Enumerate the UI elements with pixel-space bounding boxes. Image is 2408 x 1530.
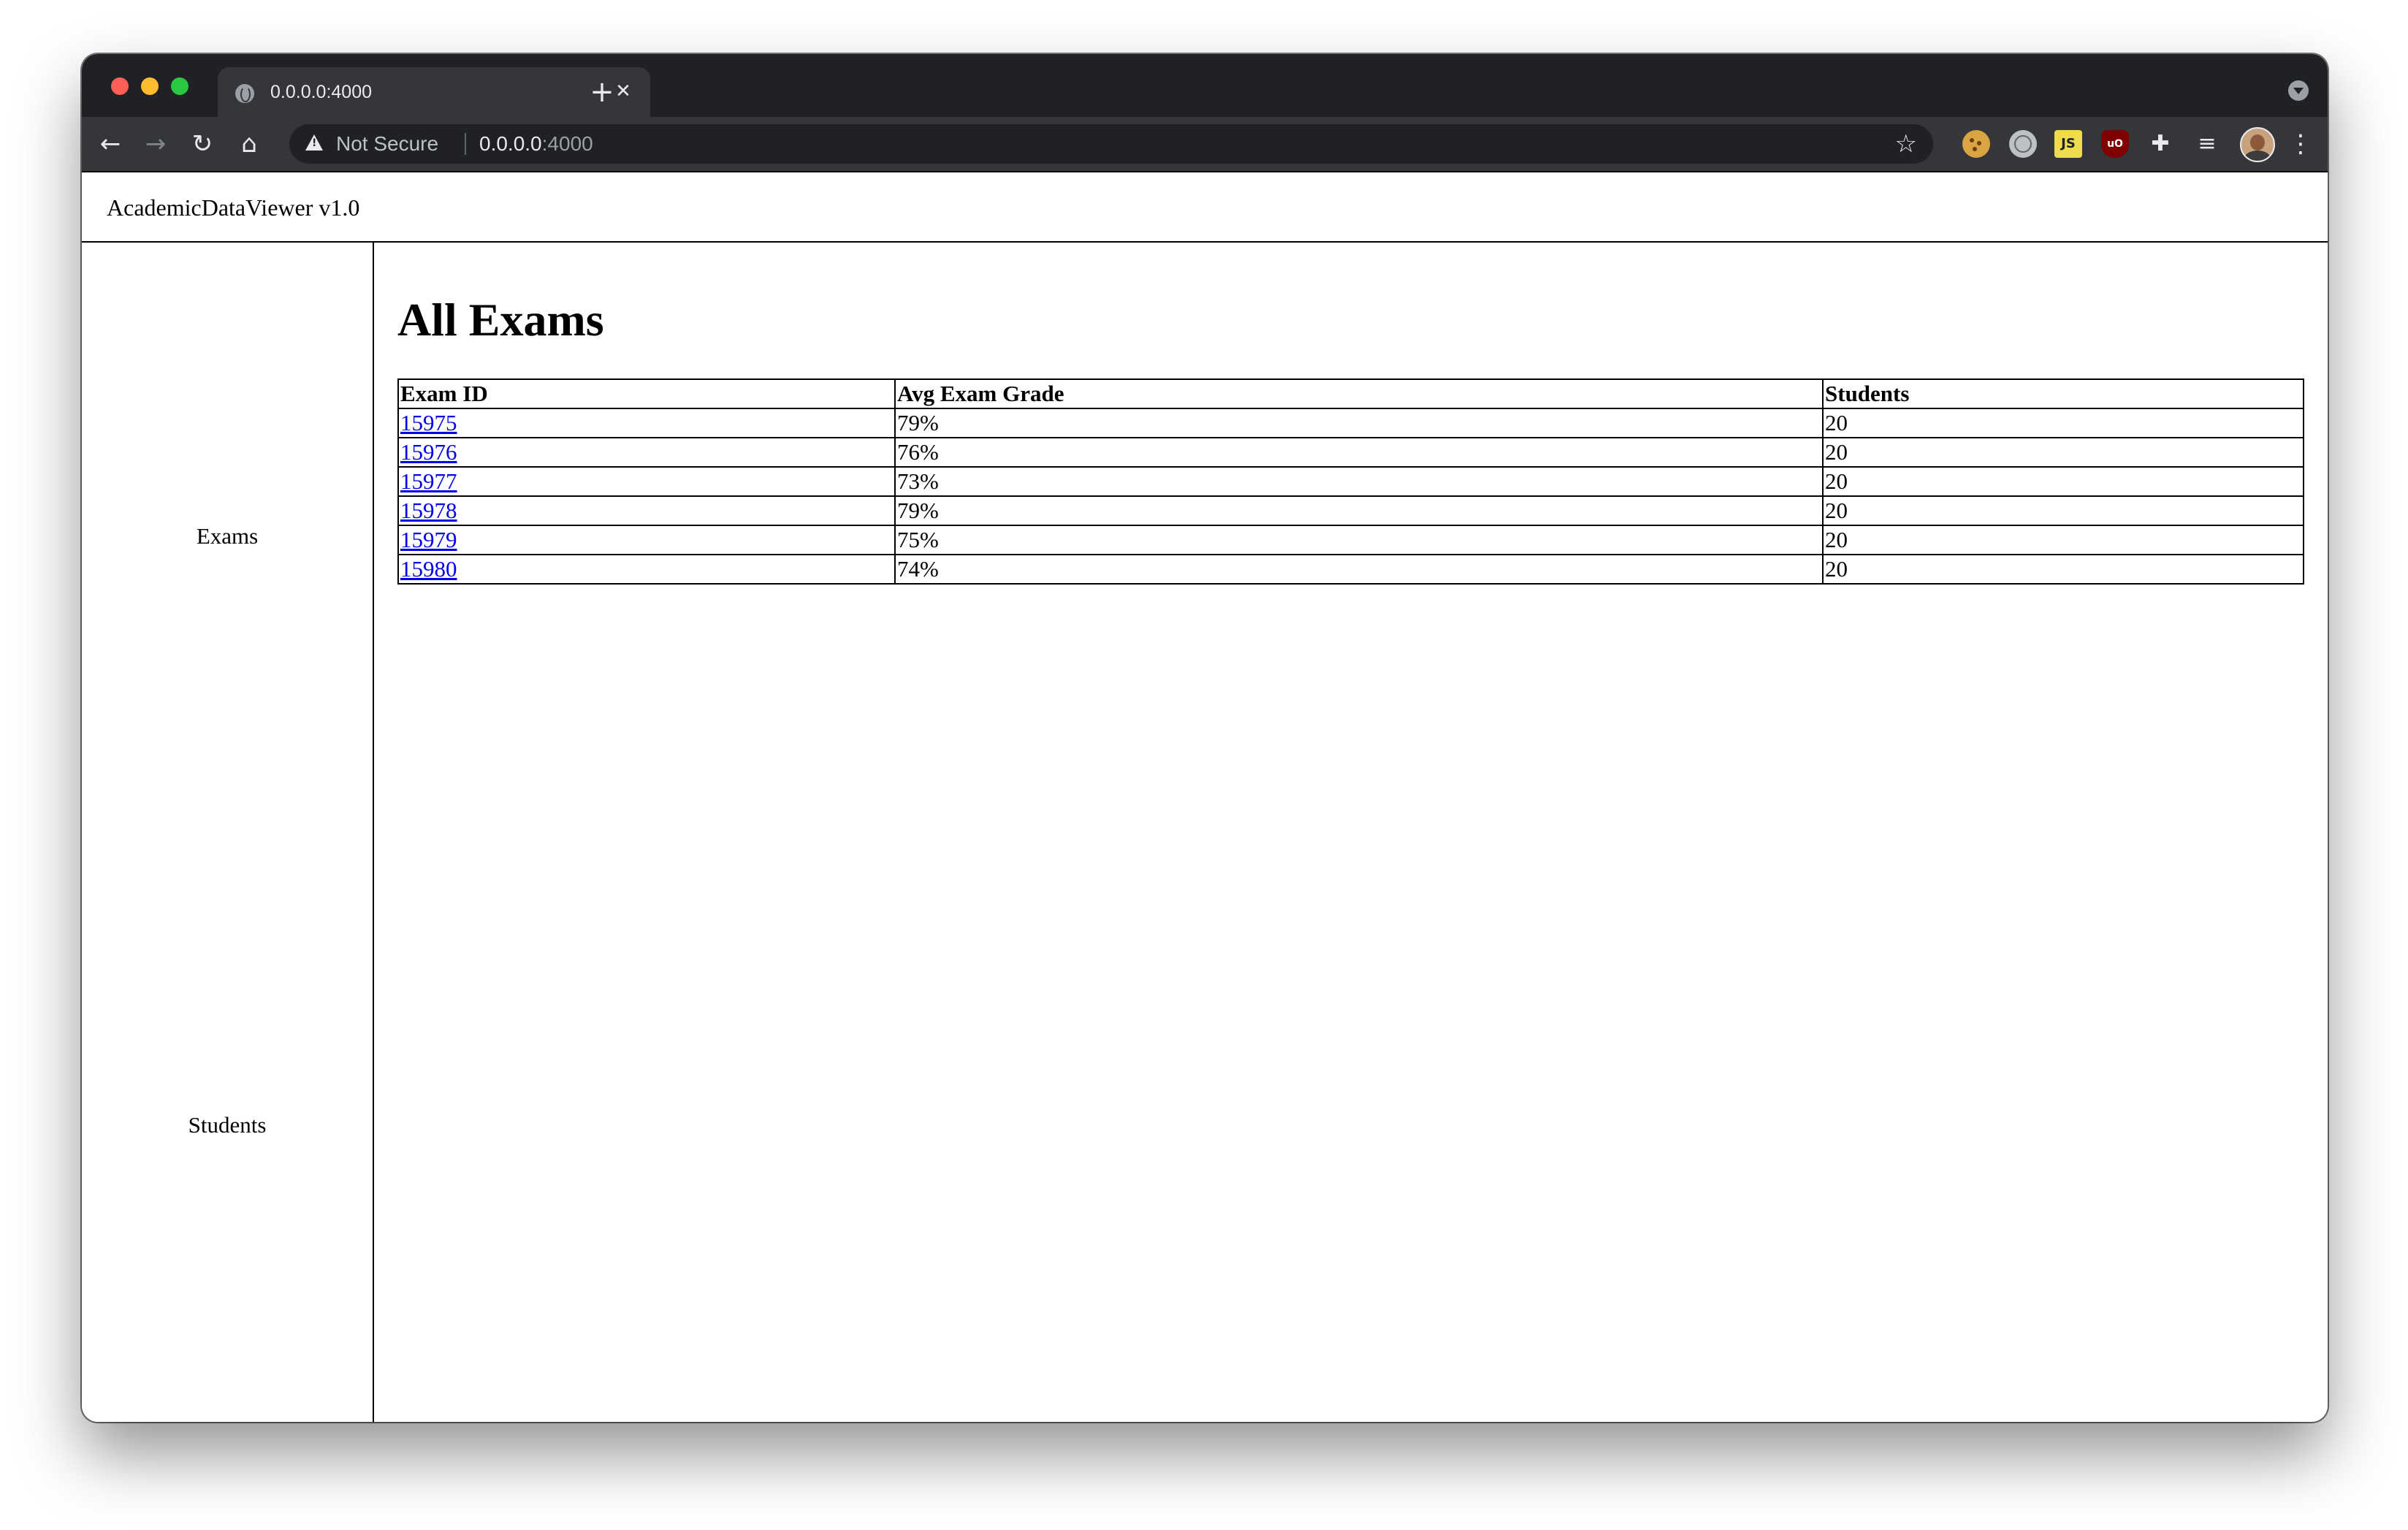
students-cell: 20 [1822, 408, 2304, 438]
security-label[interactable]: Not Secure [336, 132, 438, 156]
table-row: 15977 73% 20 [397, 466, 2304, 497]
new-tab-button[interactable]: + [586, 76, 618, 108]
avg-grade-cell: 79% [894, 495, 1824, 526]
url-host: 0.0.0.0 [479, 132, 542, 155]
maximize-window-button[interactable] [171, 77, 188, 95]
tab-search-icon[interactable] [2288, 80, 2309, 101]
warning-icon [305, 134, 323, 151]
sidebar-item-exams[interactable]: Exams [82, 522, 373, 551]
avg-grade-cell: 73% [894, 466, 1824, 497]
avatar[interactable] [2240, 127, 2275, 162]
exam-id-cell: 15978 [397, 495, 896, 526]
exam-id-link[interactable]: 15979 [400, 527, 457, 552]
exam-id-link[interactable]: 15978 [400, 498, 457, 523]
students-cell: 20 [1822, 554, 2304, 585]
table-row: 15980 74% 20 [397, 554, 2304, 585]
app-header: AcademicDataViewer v1.0 [82, 172, 2328, 243]
ublock-icon[interactable]: uO [2101, 130, 2129, 158]
table-row: 15978 79% 20 [397, 495, 2304, 526]
exam-id-link[interactable]: 15976 [400, 439, 457, 465]
sidebar-item-students[interactable]: Students [82, 1111, 373, 1140]
app-title: AcademicDataViewer v1.0 [107, 194, 360, 221]
students-cell: 20 [1822, 466, 2304, 497]
browser-window: 0.0.0.0:4000 ✕ + ← → ↻ ⌂ Not Secure 0.0.… [82, 54, 2328, 1422]
table-header-row: Exam ID Avg Exam Grade Students [397, 378, 2304, 409]
close-window-button[interactable] [111, 77, 129, 95]
column-header-avg-grade: Avg Exam Grade [894, 378, 1824, 409]
minimize-window-button[interactable] [141, 77, 159, 95]
home-icon[interactable]: ⌂ [229, 124, 269, 164]
sidebar: Exams Students [82, 243, 374, 1422]
avg-grade-cell: 76% [894, 437, 1824, 468]
back-icon[interactable]: ← [91, 124, 130, 164]
bookmark-star-icon[interactable]: ☆ [1895, 129, 1917, 159]
exam-id-cell: 15975 [397, 408, 896, 438]
tab-strip: 0.0.0.0:4000 ✕ + [82, 54, 2328, 117]
avg-grade-cell: 79% [894, 408, 1824, 438]
js-icon[interactable]: JS [2054, 130, 2082, 158]
table-row: 15976 76% 20 [397, 437, 2304, 468]
address-separator [465, 133, 466, 155]
forward-icon[interactable]: → [136, 124, 175, 164]
page-title: All Exams [397, 294, 604, 346]
url-port: :4000 [541, 132, 593, 155]
avg-grade-cell: 75% [894, 525, 1824, 555]
column-header-exam-id: Exam ID [397, 378, 896, 409]
exams-table: Exam ID Avg Exam Grade Students 15975 79… [397, 378, 2304, 585]
media-control-icon[interactable]: ≡ [2193, 130, 2221, 158]
exam-id-cell: 15977 [397, 466, 896, 497]
column-header-students: Students [1822, 378, 2304, 409]
browser-toolbar: ← → ↻ ⌂ Not Secure 0.0.0.0:4000 ☆ JS uO … [82, 117, 2328, 172]
exam-id-cell: 15980 [397, 554, 896, 585]
table-row: 15979 75% 20 [397, 525, 2304, 555]
avg-grade-cell: 74% [894, 554, 1824, 585]
puzzle-icon[interactable]: ✚ [2146, 130, 2174, 158]
address-bar[interactable]: Not Secure 0.0.0.0:4000 ☆ [289, 124, 1933, 164]
globe-extension-icon[interactable] [2009, 130, 2037, 158]
reload-icon[interactable]: ↻ [183, 124, 222, 164]
students-cell: 20 [1822, 525, 2304, 555]
students-cell: 20 [1822, 437, 2304, 468]
cookie-icon[interactable] [1962, 130, 1990, 158]
menu-dots-icon[interactable]: ⋮ [2288, 124, 2313, 164]
url-text[interactable]: 0.0.0.0:4000 [479, 132, 593, 156]
page-content: AcademicDataViewer v1.0 Exams Students A… [82, 172, 2328, 1422]
students-cell: 20 [1822, 495, 2304, 526]
tab-title: 0.0.0.0:4000 [270, 82, 373, 102]
exam-id-link[interactable]: 15977 [400, 468, 457, 494]
table-row: 15975 79% 20 [397, 408, 2304, 438]
exam-id-link[interactable]: 15980 [400, 556, 457, 582]
exam-id-link[interactable]: 15975 [400, 410, 457, 435]
globe-icon [235, 84, 254, 103]
exam-id-cell: 15976 [397, 437, 896, 468]
exam-id-cell: 15979 [397, 525, 896, 555]
